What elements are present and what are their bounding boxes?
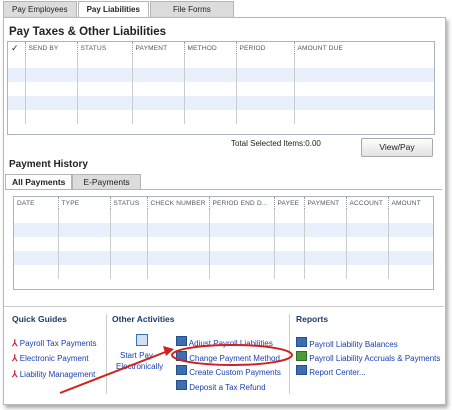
link-create-custom-payments[interactable]: Create Custom Payments bbox=[176, 365, 281, 377]
total-selected: Total Selected Items:0.00 bbox=[231, 139, 321, 148]
liabilities-grid[interactable]: ✓ SEND BY STATUS PAYMENT METHOD PERIOD A… bbox=[7, 41, 435, 135]
link-change-payment-method[interactable]: Change Payment Method bbox=[176, 351, 280, 363]
divider bbox=[106, 314, 107, 394]
table-row[interactable] bbox=[14, 223, 433, 237]
link-label: Payroll Liability Accruals & Payments bbox=[309, 354, 441, 363]
col-payment[interactable]: PAYMENT bbox=[303, 197, 346, 209]
link-label: Payroll Liability Balances bbox=[309, 340, 398, 349]
payment-history-title: Payment History bbox=[9, 159, 88, 170]
pdf-icon: ⅄ bbox=[12, 353, 18, 363]
tab-all-payments[interactable]: All Payments bbox=[5, 174, 73, 190]
col-check[interactable]: ✓ bbox=[8, 42, 25, 54]
report-icon bbox=[296, 337, 307, 347]
link-payroll-tax-payments[interactable]: ⅄ Payroll Tax Payments bbox=[12, 338, 97, 349]
other-activities-title: Other Activities bbox=[112, 314, 175, 324]
link-label: Liability Management bbox=[19, 370, 96, 379]
link-liability-accruals-payments[interactable]: Payroll Liability Accruals & Payments bbox=[296, 351, 440, 363]
main-tabs: Pay Employees Pay Liabilities File Forms bbox=[3, 1, 234, 19]
table-row[interactable] bbox=[14, 251, 433, 265]
tab-file-forms[interactable]: File Forms bbox=[149, 1, 234, 18]
link-label: Adjust Payroll Liabilities bbox=[188, 339, 273, 348]
payment-history-grid[interactable]: DATE TYPE STATUS CHECK NUMBER PERIOD END… bbox=[13, 196, 434, 290]
liabilities-table: ✓ SEND BY STATUS PAYMENT METHOD PERIOD A… bbox=[8, 42, 434, 124]
table-row[interactable] bbox=[8, 54, 434, 68]
quick-guides-title: Quick Guides bbox=[12, 314, 67, 324]
link-label: Payroll Tax Payments bbox=[19, 339, 97, 348]
col-status[interactable]: STATUS bbox=[109, 197, 147, 209]
col-check-number[interactable]: CHECK NUMBER bbox=[146, 197, 209, 209]
col-account[interactable]: ACCOUNT bbox=[345, 197, 388, 209]
col-date[interactable]: DATE bbox=[14, 197, 58, 209]
start-payment-link-line2[interactable]: Electronically bbox=[116, 362, 163, 371]
col-method[interactable]: METHOD bbox=[183, 42, 236, 54]
start-payment-icon[interactable] bbox=[136, 334, 148, 346]
divider bbox=[289, 314, 290, 394]
link-label: Change Payment Method bbox=[189, 354, 280, 363]
col-status[interactable]: STATUS bbox=[76, 42, 132, 54]
link-deposit-tax-refund[interactable]: Deposit a Tax Refund bbox=[176, 380, 266, 392]
pdf-icon: ⅄ bbox=[12, 369, 18, 379]
payment-history-tabs: All Payments E-Payments bbox=[5, 174, 141, 190]
tab-pay-employees[interactable]: Pay Employees bbox=[3, 1, 77, 18]
link-report-center[interactable]: Report Center... bbox=[296, 365, 366, 377]
payment-method-icon bbox=[176, 351, 187, 361]
link-electronic-payment[interactable]: ⅄ Electronic Payment bbox=[12, 353, 89, 364]
table-row[interactable] bbox=[14, 265, 433, 279]
col-payment[interactable]: PAYMENT bbox=[131, 42, 184, 54]
link-liability-management[interactable]: ⅄ Liability Management bbox=[12, 369, 95, 380]
table-row[interactable] bbox=[8, 68, 434, 82]
col-send-by[interactable]: SEND BY bbox=[24, 42, 77, 54]
col-period-end[interactable]: PERIOD END D... bbox=[208, 197, 274, 209]
link-adjust-payroll-liabilities[interactable]: Adjust Payroll Liabilities bbox=[176, 336, 273, 348]
deposit-icon bbox=[176, 380, 187, 390]
reports-title: Reports bbox=[296, 314, 329, 324]
table-row[interactable] bbox=[14, 237, 433, 251]
link-label: Report Center... bbox=[309, 368, 366, 377]
adjust-icon bbox=[176, 336, 187, 346]
table-row[interactable] bbox=[8, 110, 434, 124]
link-payroll-liability-balances[interactable]: Payroll Liability Balances bbox=[296, 337, 398, 349]
pdf-icon: ⅄ bbox=[12, 338, 18, 348]
link-label: Create Custom Payments bbox=[189, 368, 281, 377]
col-amount[interactable]: AMOUNT bbox=[387, 197, 433, 209]
tab-divider bbox=[5, 189, 442, 190]
tab-e-payments[interactable]: E-Payments bbox=[72, 174, 141, 190]
total-value: 0.00 bbox=[305, 139, 321, 148]
col-amount-due[interactable]: AMOUNT DUE bbox=[293, 42, 434, 54]
table-row[interactable] bbox=[8, 82, 434, 96]
table-row[interactable] bbox=[14, 209, 433, 223]
pay-taxes-title: Pay Taxes & Other Liabilities bbox=[9, 26, 167, 38]
col-payee[interactable]: PAYEE bbox=[273, 197, 304, 209]
report-center-icon bbox=[296, 365, 307, 375]
col-type[interactable]: TYPE bbox=[57, 197, 110, 209]
col-period[interactable]: PERIOD bbox=[235, 42, 294, 54]
view-pay-button[interactable]: View/Pay bbox=[361, 138, 433, 157]
total-label: Total Selected Items: bbox=[231, 139, 306, 148]
custom-payment-icon bbox=[176, 365, 187, 375]
link-label: Electronic Payment bbox=[19, 354, 89, 363]
start-payment-link-line1[interactable]: Start Pay bbox=[120, 351, 153, 360]
report-icon bbox=[296, 351, 307, 361]
table-row[interactable] bbox=[8, 96, 434, 110]
payment-history-table: DATE TYPE STATUS CHECK NUMBER PERIOD END… bbox=[14, 197, 433, 279]
link-label: Deposit a Tax Refund bbox=[189, 383, 266, 392]
